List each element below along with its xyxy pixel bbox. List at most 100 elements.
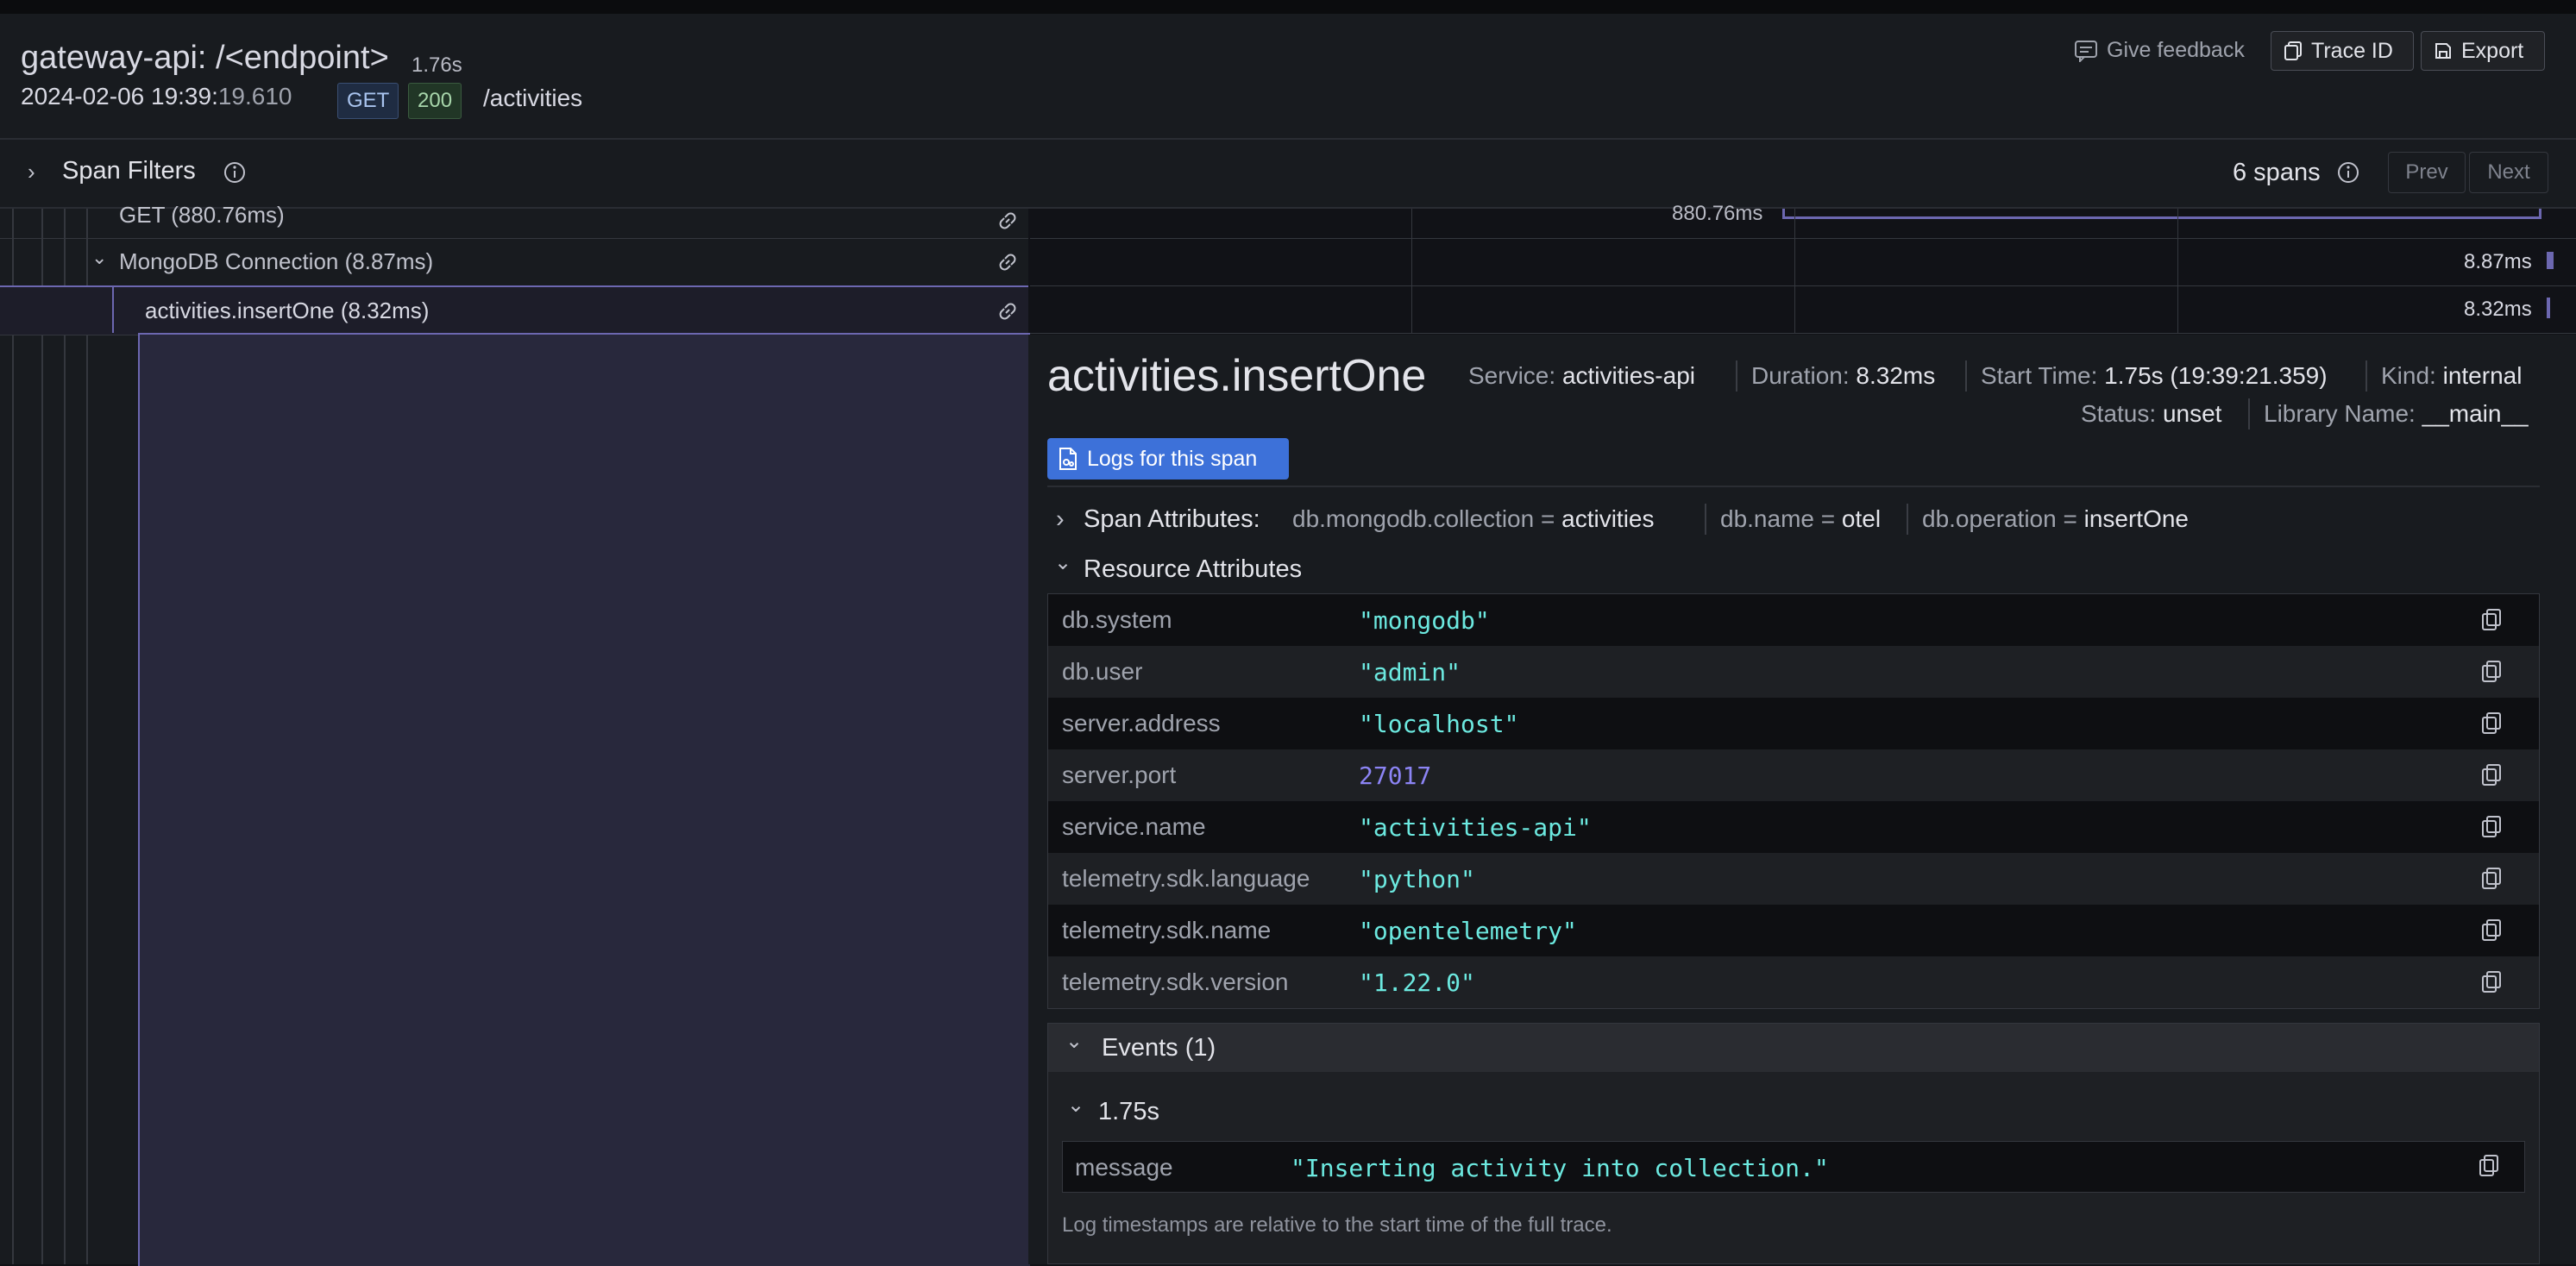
timeline-row: 8.32ms bbox=[1030, 285, 2576, 334]
copy-icon[interactable] bbox=[2480, 970, 2503, 994]
span-row[interactable]: GET (880.76ms) bbox=[0, 202, 1028, 239]
chevron-right-icon[interactable]: › bbox=[1056, 505, 1065, 534]
chevron-down-icon[interactable]: ⌄ bbox=[1065, 1029, 1083, 1054]
span-filters-label[interactable]: Span Filters bbox=[62, 157, 196, 185]
row-key: db.user bbox=[1062, 658, 1143, 685]
event-key: message bbox=[1075, 1154, 1173, 1181]
start-time-label: Start Time: bbox=[1981, 362, 2098, 389]
duration-field: Duration: 8.32ms bbox=[1751, 362, 1935, 390]
status-code-tag: 200 bbox=[408, 83, 462, 119]
span-attribute: db.operation = insertOne bbox=[1922, 505, 2189, 533]
kind-field: Kind: internal bbox=[2381, 362, 2522, 390]
service-label: Service: bbox=[1468, 362, 1556, 389]
table-row: telemetry.sdk.language "python" bbox=[1048, 853, 2539, 905]
separator bbox=[1965, 360, 1967, 392]
chevron-right-icon[interactable]: › bbox=[28, 159, 35, 185]
resource-attributes-label[interactable]: Resource Attributes bbox=[1084, 555, 1302, 584]
event-time[interactable]: 1.75s bbox=[1098, 1098, 1159, 1126]
service-value: activities-api bbox=[1561, 362, 1695, 389]
row-key: telemetry.sdk.name bbox=[1062, 917, 1272, 943]
status-value: unset bbox=[2162, 400, 2222, 427]
span-count: 6 spans bbox=[2233, 159, 2321, 186]
copy-icon[interactable] bbox=[2480, 867, 2503, 891]
table-row: service.name "activities-api" bbox=[1048, 801, 2539, 853]
span-filters-bar: › Span Filters 6 spans Prev Next bbox=[0, 140, 2576, 209]
timeline-tick bbox=[2177, 209, 2178, 333]
timeline-row: 8.87ms bbox=[1030, 238, 2576, 286]
chevron-down-icon[interactable]: ⌄ bbox=[1067, 1093, 1084, 1118]
link-icon[interactable] bbox=[996, 299, 1020, 323]
attr-value: otel bbox=[1841, 505, 1882, 532]
row-value: "mongodb" bbox=[1359, 606, 1490, 635]
timeline-row: 880.76ms bbox=[1030, 202, 2576, 239]
span-attribute: db.name = otel bbox=[1720, 505, 1881, 533]
event-value: "Inserting activity into collection." bbox=[1291, 1154, 1829, 1182]
span-detail-indent bbox=[138, 333, 1030, 1266]
attr-key: db.mongodb.collection bbox=[1292, 505, 1535, 532]
library-value: __main__ bbox=[2422, 400, 2529, 427]
span-bar bbox=[2547, 252, 2554, 269]
copy-icon[interactable] bbox=[2480, 918, 2503, 943]
chevron-down-icon[interactable]: ⌄ bbox=[1054, 550, 1071, 575]
copy-icon bbox=[2284, 41, 2303, 61]
logs-button-label: Logs for this span bbox=[1087, 446, 1258, 471]
copy-icon[interactable] bbox=[2480, 711, 2503, 736]
library-field: Library Name: __main__ bbox=[2264, 400, 2529, 428]
trace-duration: 1.76s bbox=[412, 53, 462, 77]
events-section: ⌄ Events (1) ⌄ 1.75s message "Inserting … bbox=[1047, 1023, 2540, 1264]
table-row: telemetry.sdk.name "opentelemetry" bbox=[1048, 905, 2539, 956]
attr-key: db.operation bbox=[1922, 505, 2057, 532]
span-row-selected[interactable]: activities.insertOne (8.32ms) bbox=[0, 285, 1028, 335]
separator bbox=[1736, 360, 1737, 392]
attr-eq: = bbox=[2063, 505, 2077, 532]
method-tag: GET bbox=[337, 83, 399, 119]
resource-attributes-table: db.system "mongodb" db.user "admin" server… bbox=[1047, 593, 2540, 1009]
timeline-tick bbox=[1411, 209, 1412, 333]
copy-icon[interactable] bbox=[2480, 660, 2503, 684]
link-icon[interactable] bbox=[996, 209, 1020, 233]
row-value: 27017 bbox=[1359, 761, 1432, 790]
trace-id-label: Trace ID bbox=[2311, 38, 2393, 63]
duration-label: Duration: bbox=[1751, 362, 1850, 389]
trace-id-button[interactable]: Trace ID bbox=[2271, 31, 2414, 71]
copy-icon[interactable] bbox=[2478, 1154, 2500, 1178]
row-value: "admin" bbox=[1359, 658, 1461, 686]
copy-icon[interactable] bbox=[2480, 608, 2503, 632]
service-field: Service: activities-api bbox=[1468, 362, 1695, 390]
prev-button[interactable]: Prev bbox=[2388, 152, 2466, 193]
attr-eq: = bbox=[1820, 505, 1836, 532]
tree-guide bbox=[12, 209, 14, 1264]
row-key: telemetry.sdk.version bbox=[1062, 968, 1289, 995]
selection-guide bbox=[112, 285, 114, 333]
span-attributes-label[interactable]: Span Attributes: bbox=[1084, 505, 1260, 534]
row-key: service.name bbox=[1062, 813, 1206, 840]
duration-value: 8.32ms bbox=[1856, 362, 1936, 389]
chevron-down-icon[interactable]: ⌄ bbox=[91, 247, 107, 269]
trace-title: gateway-api: /<endpoint> bbox=[21, 40, 389, 76]
timeline-tick bbox=[1794, 209, 1795, 333]
attr-key: db.name bbox=[1720, 505, 1814, 532]
next-button[interactable]: Next bbox=[2469, 152, 2548, 193]
span-bar bbox=[1782, 209, 2541, 219]
library-label: Library Name: bbox=[2264, 400, 2416, 427]
status-field: Status: unset bbox=[2081, 400, 2221, 428]
export-button[interactable]: Export bbox=[2421, 31, 2545, 71]
span-row[interactable]: ⌄ MongoDB Connection (8.87ms) bbox=[0, 238, 1028, 286]
event-row: message "Inserting activity into collect… bbox=[1062, 1141, 2525, 1193]
divider bbox=[1047, 486, 2540, 487]
row-value: "1.22.0" bbox=[1359, 968, 1475, 997]
attr-value: insertOne bbox=[2083, 505, 2190, 532]
logs-for-span-button[interactable]: Logs for this span bbox=[1047, 438, 1289, 479]
info-icon[interactable] bbox=[223, 160, 247, 185]
comment-icon bbox=[2074, 40, 2098, 62]
row-value: "activities-api" bbox=[1359, 813, 1592, 842]
link-icon[interactable] bbox=[996, 250, 1020, 274]
copy-icon[interactable] bbox=[2480, 815, 2503, 839]
export-label: Export bbox=[2461, 38, 2524, 63]
kind-value: internal bbox=[2442, 362, 2523, 389]
copy-icon[interactable] bbox=[2480, 763, 2503, 787]
trace-timestamp: 2024-02-06 19:39:19.610 bbox=[21, 83, 292, 110]
give-feedback-link[interactable]: Give feedback bbox=[2074, 38, 2245, 63]
info-icon[interactable] bbox=[2336, 160, 2360, 185]
events-header[interactable]: ⌄ Events (1) bbox=[1048, 1024, 2539, 1072]
